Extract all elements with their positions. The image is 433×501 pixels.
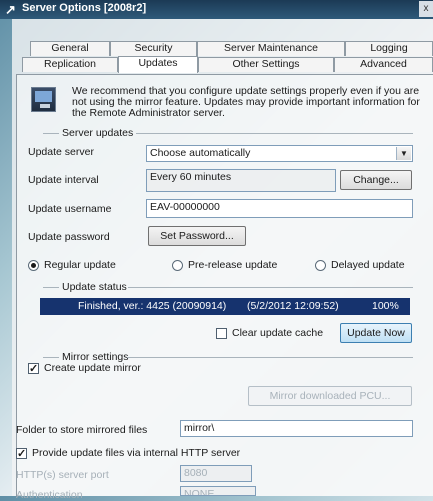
close-button[interactable]: x — [419, 1, 433, 17]
http-server-checkbox[interactable]: ✓ — [16, 448, 27, 460]
update-now-button[interactable]: Update Now — [340, 323, 412, 343]
update-server-label: Update server — [28, 146, 94, 158]
group-divider — [43, 133, 59, 134]
update-status-timestamp: (5/2/2012 12:09:52) — [247, 300, 339, 312]
delayed-update-radio[interactable] — [315, 260, 326, 271]
update-interval-field: Every 60 minutes — [146, 169, 336, 192]
auth-label: Authentication — [16, 489, 83, 501]
pre-release-update-radio[interactable] — [172, 260, 183, 271]
mirror-downloaded-pcu-button[interactable]: Mirror downloaded PCU... — [248, 386, 412, 406]
tab-other-settings[interactable]: Other Settings — [198, 57, 334, 72]
tab-replication[interactable]: Replication — [22, 57, 118, 72]
tab-advanced[interactable]: Advanced — [334, 57, 433, 72]
update-status-bar: Finished, ver.: 4425 (20090914) (5/2/201… — [40, 298, 410, 315]
update-status-percent: 100% — [372, 300, 399, 312]
group-divider — [43, 287, 59, 288]
group-divider — [136, 133, 413, 134]
clear-cache-label[interactable]: Clear update cache — [232, 327, 323, 339]
create-mirror-checkbox[interactable]: ✓ — [28, 363, 39, 375]
group-divider — [127, 357, 413, 358]
server-updates-title: Server updates — [62, 127, 134, 139]
set-password-button[interactable]: Set Password... — [148, 226, 246, 246]
update-interval-label: Update interval — [28, 174, 99, 186]
update-status-message: Finished, ver.: 4425 (20090914) — [78, 300, 227, 312]
http-server-label[interactable]: Provide update files via internal HTTP s… — [32, 447, 240, 459]
window-title: Server Options [2008r2] — [22, 2, 147, 14]
port-label: HTTP(s) server port — [16, 469, 109, 481]
group-divider — [128, 287, 413, 288]
chevron-down-icon[interactable]: ▼ — [396, 147, 411, 160]
auth-select[interactable]: NONE — [180, 486, 256, 496]
app-arrow-icon: ↗ — [5, 2, 16, 17]
update-status-title: Update status — [62, 281, 127, 293]
update-password-label: Update password — [28, 231, 110, 243]
title-bar: ↗ Server Options [2008r2] x — [0, 0, 433, 19]
tab-security[interactable]: Security — [110, 41, 197, 56]
update-username-field[interactable]: EAV-00000000 — [146, 199, 413, 218]
tab-logging[interactable]: Logging — [345, 41, 433, 56]
regular-update-radio[interactable] — [28, 260, 39, 271]
tab-general[interactable]: General — [30, 41, 110, 56]
info-text: We recommend that you configure update s… — [72, 85, 420, 119]
tab-updates[interactable]: Updates — [118, 56, 198, 73]
folder-label: Folder to store mirrored files — [16, 424, 148, 436]
delayed-update-label[interactable]: Delayed update — [331, 259, 405, 271]
mirror-folder-field[interactable]: mirror\ — [180, 420, 413, 437]
port-field[interactable]: 8080 — [180, 465, 252, 482]
update-server-select[interactable]: Choose automatically ▼ — [146, 145, 413, 162]
tab-server-maintenance[interactable]: Server Maintenance — [197, 41, 345, 56]
update-username-label: Update username — [28, 203, 112, 215]
clear-cache-checkbox[interactable] — [216, 328, 227, 339]
group-divider — [43, 357, 59, 358]
regular-update-label[interactable]: Regular update — [44, 259, 116, 271]
pre-release-update-label[interactable]: Pre-release update — [188, 259, 277, 271]
create-mirror-label[interactable]: Create update mirror — [44, 362, 141, 374]
monitor-info-icon — [31, 87, 56, 112]
update-server-value: Choose automatically — [150, 147, 251, 159]
change-interval-button[interactable]: Change... — [340, 170, 412, 190]
